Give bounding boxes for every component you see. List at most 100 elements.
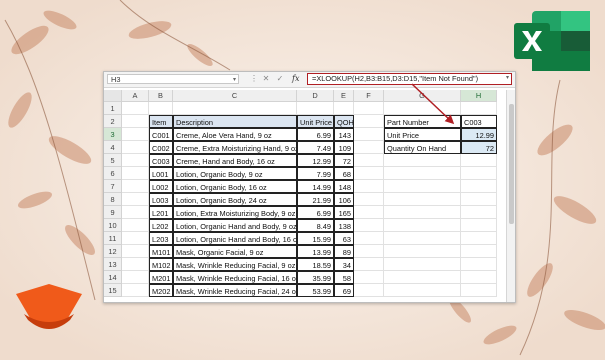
grid-cell[interactable]	[122, 232, 149, 245]
grid-cell[interactable]	[354, 232, 384, 245]
grid-cell[interactable]	[354, 193, 384, 206]
cell-unit-price[interactable]: 18.59	[297, 258, 334, 271]
more-options-icon[interactable]: ⋮	[249, 74, 259, 84]
chevron-down-icon[interactable]: ▾	[506, 74, 509, 83]
grid-cell[interactable]	[384, 102, 461, 115]
cell-item[interactable]: C001	[149, 128, 173, 141]
row-header-14[interactable]: 14	[104, 271, 122, 284]
row-header-10[interactable]: 10	[104, 219, 122, 232]
cell-qoh[interactable]: 106	[334, 193, 354, 206]
grid-cell[interactable]	[354, 141, 384, 154]
grid-cell[interactable]	[354, 115, 384, 128]
cell-description[interactable]: Lotion, Organic Hand and Body, 16 oz	[173, 232, 297, 245]
grid-cell[interactable]	[384, 258, 461, 271]
grid-cell[interactable]	[384, 154, 461, 167]
grid-cell[interactable]	[149, 102, 173, 115]
cell-unit-price[interactable]: 14.99	[297, 180, 334, 193]
cell-qoh[interactable]: 63	[334, 232, 354, 245]
grid-cell[interactable]	[461, 154, 497, 167]
cell-unit-price[interactable]: 12.99	[297, 154, 334, 167]
cell-item[interactable]: M102	[149, 258, 173, 271]
cell-unit-price[interactable]: 15.99	[297, 232, 334, 245]
unit-price-result[interactable]: 12.99	[461, 128, 497, 141]
cell-description[interactable]: Lotion, Organic Body, 16 oz	[173, 180, 297, 193]
cell-item[interactable]: L203	[149, 232, 173, 245]
grid-cell[interactable]	[354, 102, 384, 115]
cell-description[interactable]: Creme, Hand and Body, 16 oz	[173, 154, 297, 167]
grid-cell[interactable]	[384, 245, 461, 258]
cell-item[interactable]: M202	[149, 284, 173, 297]
column-header-c[interactable]: C	[173, 90, 297, 102]
grid-cell[interactable]	[122, 102, 149, 115]
grid-cell[interactable]	[122, 154, 149, 167]
cancel-icon[interactable]: ✕	[261, 74, 271, 84]
spreadsheet-grid[interactable]: A B C D E F G H 1 2 3 4 5 6 7 8 9 10 11 12 13 14 15 Item Descrip…	[104, 90, 515, 302]
cell-qoh[interactable]: 34	[334, 258, 354, 271]
cell-unit-price[interactable]: 7.99	[297, 167, 334, 180]
cell-unit-price[interactable]: 13.99	[297, 245, 334, 258]
cell-item[interactable]: L201	[149, 206, 173, 219]
grid-cell[interactable]	[354, 245, 384, 258]
grid-cell[interactable]	[384, 219, 461, 232]
cell-unit-price[interactable]: 8.49	[297, 219, 334, 232]
row-header-15[interactable]: 15	[104, 284, 122, 297]
grid-cell[interactable]	[384, 193, 461, 206]
cell-item[interactable]: L001	[149, 167, 173, 180]
grid-cell[interactable]	[334, 102, 354, 115]
row-header-13[interactable]: 13	[104, 258, 122, 271]
check-icon[interactable]: ✓	[275, 74, 285, 84]
grid-cell[interactable]	[122, 206, 149, 219]
grid-cell[interactable]	[122, 141, 149, 154]
column-header-e[interactable]: E	[334, 90, 354, 102]
grid-cell[interactable]	[461, 180, 497, 193]
header-item[interactable]: Item	[149, 115, 173, 128]
grid-cell[interactable]	[354, 167, 384, 180]
cell-item[interactable]: L003	[149, 193, 173, 206]
cell-qoh[interactable]: 69	[334, 284, 354, 297]
grid-cell[interactable]	[461, 193, 497, 206]
cell-qoh[interactable]: 138	[334, 219, 354, 232]
grid-cell[interactable]	[173, 102, 297, 115]
cell-item[interactable]: L202	[149, 219, 173, 232]
grid-cell[interactable]	[461, 284, 497, 297]
column-header-d[interactable]: D	[297, 90, 334, 102]
grid-cell[interactable]	[122, 271, 149, 284]
grid-cell[interactable]	[354, 271, 384, 284]
cell-qoh[interactable]: 165	[334, 206, 354, 219]
grid-cell[interactable]	[384, 206, 461, 219]
formula-input[interactable]: =XLOOKUP(H2,B3:B15,D3:D15,"Item Not Foun…	[307, 73, 512, 85]
grid-cell[interactable]	[461, 245, 497, 258]
cell-qoh[interactable]: 148	[334, 180, 354, 193]
grid-cell[interactable]	[122, 180, 149, 193]
cell-item[interactable]: C003	[149, 154, 173, 167]
grid-cell[interactable]	[384, 284, 461, 297]
grid-cell[interactable]	[384, 271, 461, 284]
part-number-label[interactable]: Part Number	[384, 115, 461, 128]
grid-cell[interactable]	[461, 167, 497, 180]
cell-description[interactable]: Lotion, Organic Hand and Body, 9 oz	[173, 219, 297, 232]
cell-description[interactable]: Creme, Extra Moisturizing Hand, 9 oz	[173, 141, 297, 154]
vertical-scrollbar[interactable]	[506, 90, 515, 302]
cell-item[interactable]: M201	[149, 271, 173, 284]
cell-unit-price[interactable]: 35.99	[297, 271, 334, 284]
grid-cell[interactable]	[461, 206, 497, 219]
cell-qoh[interactable]: 58	[334, 271, 354, 284]
cell-unit-price[interactable]: 6.99	[297, 206, 334, 219]
column-header-a[interactable]: A	[122, 90, 149, 102]
row-header-5[interactable]: 5	[104, 154, 122, 167]
cell-item[interactable]: C002	[149, 141, 173, 154]
grid-cell[interactable]	[122, 167, 149, 180]
grid-cell[interactable]	[354, 206, 384, 219]
grid-cell[interactable]	[384, 180, 461, 193]
cell-unit-price[interactable]: 6.99	[297, 128, 334, 141]
row-header-12[interactable]: 12	[104, 245, 122, 258]
unit-price-label[interactable]: Unit Price	[384, 128, 461, 141]
grid-cell[interactable]	[122, 258, 149, 271]
grid-cell[interactable]	[461, 219, 497, 232]
name-box[interactable]: H3 ▾	[107, 74, 239, 84]
cell-qoh[interactable]: 89	[334, 245, 354, 258]
column-header-h[interactable]: H	[461, 90, 497, 102]
column-header-f[interactable]: F	[354, 90, 384, 102]
header-qoh[interactable]: QOH	[334, 115, 354, 128]
row-header-1[interactable]: 1	[104, 102, 122, 115]
